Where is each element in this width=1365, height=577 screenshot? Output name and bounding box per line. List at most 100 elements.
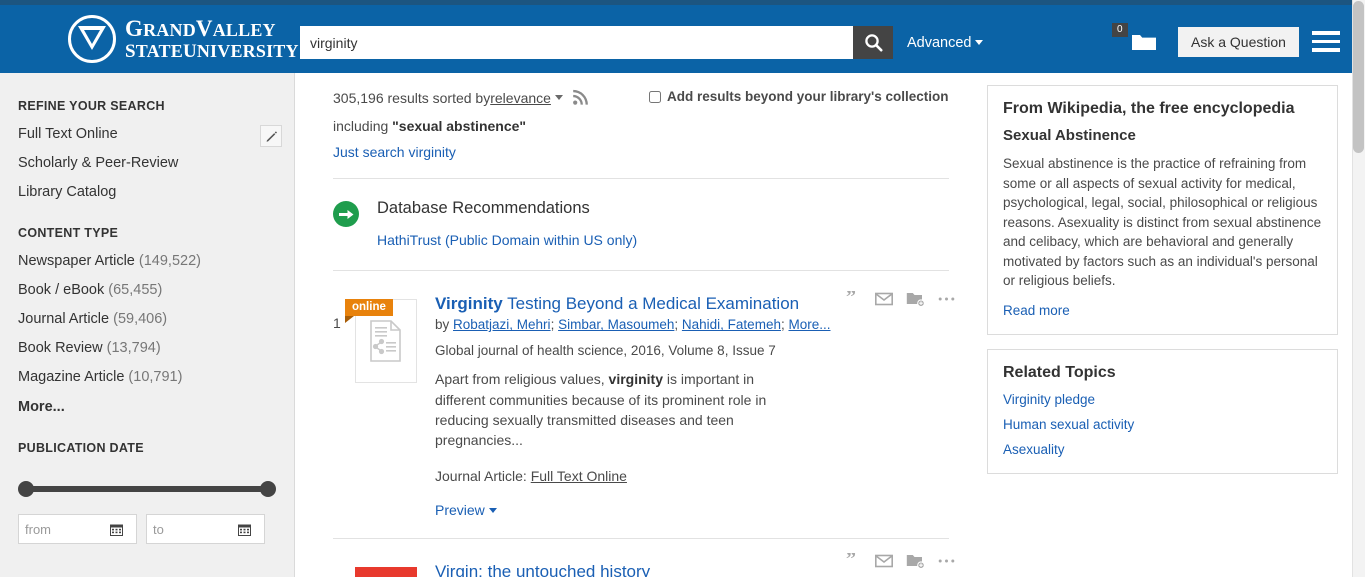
facet-scholarly-peer-review[interactable]: Scholarly & Peer-Review xyxy=(18,155,276,171)
wikipedia-source: From Wikipedia, the free encyclopedia xyxy=(1003,100,1295,117)
including-term: "sexual abstinence" xyxy=(392,118,527,134)
hathitrust-link[interactable]: HathiTrust (Public Domain within US only… xyxy=(377,232,637,248)
ask-a-question-button[interactable]: Ask a Question xyxy=(1178,27,1299,57)
add-results-beyond-checkbox[interactable] xyxy=(649,90,661,103)
gvsu-shield-icon xyxy=(68,15,116,63)
result-title-highlight: Virginity xyxy=(435,294,503,313)
facet-magazine-article[interactable]: Magazine Article (10,791) xyxy=(18,369,276,385)
slider-knob-max[interactable] xyxy=(260,481,276,497)
author-link[interactable]: Simbar, Masoumeh xyxy=(558,317,674,332)
facet-book-review[interactable]: Book Review (13,794) xyxy=(18,340,276,356)
search-button[interactable] xyxy=(853,26,893,59)
related-topic-link[interactable]: Human sexual activity xyxy=(1003,417,1134,432)
results-column: 305,196 results sorted by relevance Add … xyxy=(311,73,971,577)
result-type-line: Journal Article: Full Text Online xyxy=(435,468,949,484)
wikipedia-card: From Wikipedia, the free encyclopedia Se… xyxy=(987,85,1338,335)
facet-count: (13,794) xyxy=(106,340,161,356)
related-topics-card: Related Topics Virginity pledge Human se… xyxy=(987,348,1338,474)
facet-journal-article[interactable]: Journal Article (59,406) xyxy=(18,311,276,327)
calendar-icon-from[interactable] xyxy=(101,522,131,537)
page-scrollbar[interactable] xyxy=(1352,0,1365,577)
facet-label: Journal Article xyxy=(18,311,110,327)
related-topic-link[interactable]: Asexuality xyxy=(1003,442,1065,457)
logo-u: U xyxy=(182,41,197,62)
just-search-line: Just search virginity xyxy=(333,144,949,160)
facet-count: (65,455) xyxy=(108,282,163,298)
by-prefix: by xyxy=(435,317,454,333)
cite-icon[interactable]: ” xyxy=(846,553,862,569)
related-topics-heading: Related Topics xyxy=(1003,363,1116,381)
facet-book-ebook[interactable]: Book / eBook (65,455) xyxy=(18,282,276,298)
facet-library-catalog[interactable]: Library Catalog xyxy=(18,184,276,200)
online-badge: online xyxy=(345,299,393,323)
advanced-label: Advanced xyxy=(907,35,972,51)
result-authors: by Robatjazi, Mehri; Simbar, Masoumeh; N… xyxy=(435,317,831,333)
wikipedia-body: Sexual abstinence is the practice of ref… xyxy=(1003,156,1322,289)
result-body: Virginity Testing Beyond a Medical Exami… xyxy=(433,293,949,518)
result-preview-toggle: Preview xyxy=(435,502,949,518)
date-range-inputs xyxy=(18,514,276,544)
email-icon[interactable] xyxy=(875,554,893,568)
logo-s: S xyxy=(125,41,136,62)
book-cover-thumbnail[interactable]: VIRGIN The Untouched History xyxy=(355,567,417,577)
result-title-rest: Testing Beyond a Medical Examination xyxy=(502,294,800,313)
email-icon[interactable] xyxy=(875,292,893,306)
date-to-input[interactable] xyxy=(147,516,229,542)
folder-button[interactable]: 0 xyxy=(1112,23,1157,57)
date-from-box xyxy=(18,514,137,544)
save-to-folder-icon[interactable] xyxy=(906,291,925,307)
folder-count-badge: 0 xyxy=(1112,23,1128,37)
related-topic-link[interactable]: Virginity pledge xyxy=(1003,392,1095,407)
related-topic-item: Human sexual activity xyxy=(1003,417,1322,432)
slider-knob-min[interactable] xyxy=(18,481,34,497)
authors-more-link[interactable]: More... xyxy=(788,317,830,332)
scrollbar-thumb[interactable] xyxy=(1353,1,1364,153)
result-actions: ” xyxy=(846,291,955,307)
related-topic-item: Virginity pledge xyxy=(1003,392,1322,407)
preview-link[interactable]: Preview xyxy=(435,502,485,518)
author-link[interactable]: Nahidi, Fatemeh xyxy=(682,317,781,332)
logo-rand: RAND xyxy=(143,20,196,40)
full-text-online-link[interactable]: Full Text Online xyxy=(531,468,627,484)
facet-count: (149,522) xyxy=(138,253,201,269)
facet-label: Newspaper Article xyxy=(18,253,135,269)
logo-v: V xyxy=(195,16,213,41)
author-link[interactable]: Robatjazi, Mehri xyxy=(453,317,551,332)
add-results-beyond-checkbox-row[interactable]: Add results beyond your library's collec… xyxy=(649,89,949,104)
document-icon xyxy=(370,320,401,362)
more-options-icon[interactable] xyxy=(938,296,955,302)
search-results-page: GRANDVALLEY STATEUNIVERSITY Advanced 0 xyxy=(0,0,1365,577)
facet-more-link[interactable]: More... xyxy=(18,399,276,415)
facet-label: Book Review xyxy=(18,340,103,356)
chevron-down-icon[interactable] xyxy=(554,95,563,100)
database-recommendations-body: Database Recommendations HathiTrust (Pub… xyxy=(377,199,637,248)
gvsu-logo[interactable]: GRANDVALLEY STATEUNIVERSITY xyxy=(68,15,299,63)
advanced-search-link[interactable]: Advanced xyxy=(907,35,983,51)
date-from-input[interactable] xyxy=(19,516,101,542)
just-search-link[interactable]: Just search virginity xyxy=(333,144,456,160)
save-to-folder-icon[interactable] xyxy=(906,553,925,570)
cite-icon[interactable]: ” xyxy=(846,291,862,307)
date-to-box xyxy=(146,514,265,544)
facet-newspaper-article[interactable]: Newspaper Article (149,522) xyxy=(18,253,276,269)
including-prefix: including xyxy=(333,118,393,134)
facet-full-text-online[interactable]: Full Text Online xyxy=(18,126,276,142)
result-thumbnail-wrap: online xyxy=(345,293,433,518)
facet-label: Book / eBook xyxy=(18,282,105,298)
folder-icon xyxy=(1131,32,1157,57)
svg-text:”: ” xyxy=(846,291,856,307)
result-title-rest: Virgin: the untouched history xyxy=(435,562,651,577)
result-number: 2 xyxy=(333,561,355,577)
rss-feed-icon[interactable] xyxy=(572,89,589,106)
edit-filters-button[interactable] xyxy=(260,125,282,147)
menu-icon[interactable] xyxy=(1312,31,1340,57)
calendar-icon-to[interactable] xyxy=(229,522,259,537)
gvsu-logo-text: GRANDVALLEY STATEUNIVERSITY xyxy=(125,17,299,61)
search-input[interactable] xyxy=(300,26,853,59)
more-options-icon[interactable] xyxy=(938,558,955,564)
database-recommendations-title: Database Recommendations xyxy=(377,199,590,217)
publication-date-slider[interactable] xyxy=(18,481,276,497)
sort-by-link[interactable]: relevance xyxy=(490,90,551,106)
logo-g: G xyxy=(125,16,144,41)
read-more-link[interactable]: Read more xyxy=(1003,303,1070,318)
